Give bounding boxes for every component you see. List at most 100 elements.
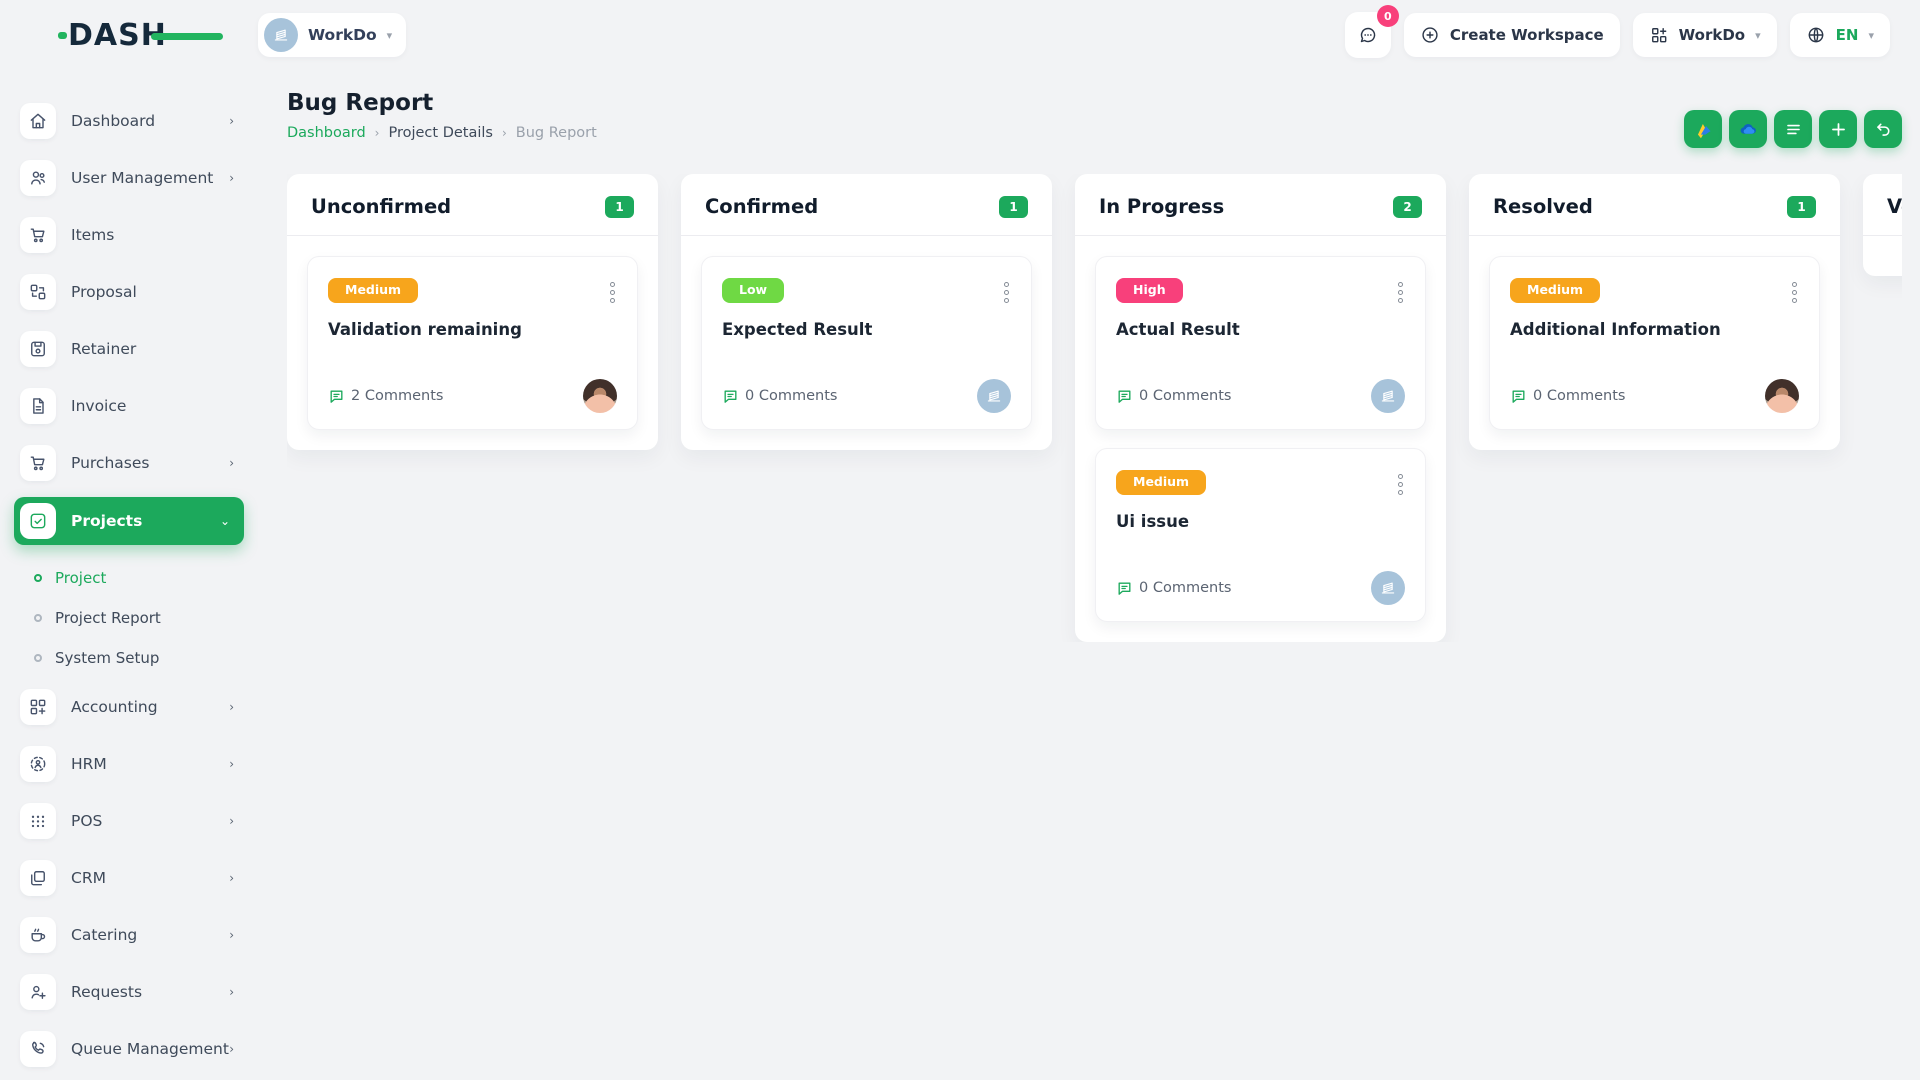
board-toolbar [1684, 90, 1902, 148]
sidebar-subitem-project[interactable]: Project [34, 558, 242, 598]
sidebar-subitem-project-report[interactable]: Project Report [34, 598, 242, 638]
kanban-card[interactable]: Medium Additional Information 0 Comments [1489, 256, 1820, 430]
kanban-column-confirmed: Confirmed 1 Low Expected Result 0 Comments [681, 174, 1052, 450]
sidebar-submenu-projects: Project Project Report System Setup [20, 556, 242, 684]
chevron-right-icon: › [229, 171, 234, 185]
topbar-right: 0 Create Workspace WorkDo ▾ EN ▾ [1345, 12, 1890, 58]
sidebar-item-crm[interactable]: CRM › [20, 855, 242, 901]
chevron-right-icon: › [229, 871, 234, 885]
language-dropdown[interactable]: EN ▾ [1790, 13, 1890, 57]
coffee-icon [20, 917, 56, 953]
kanban-card[interactable]: HighActual Result0 Comments [1095, 256, 1426, 430]
card-comments-label: 0 Comments [1139, 580, 1231, 596]
messages-button[interactable]: 0 [1345, 12, 1391, 58]
app-logo[interactable]: DASH [68, 18, 167, 53]
kanban-card[interactable]: Low Expected Result 0 Comments [701, 256, 1032, 430]
column-header: Verified [1863, 174, 1902, 235]
card-top-row: Medium [1116, 470, 1405, 499]
card-comments-label: 0 Comments [745, 388, 837, 404]
breadcrumb-project-details[interactable]: Project Details [388, 125, 493, 141]
column-header: In Progress2 [1075, 174, 1446, 235]
topbar: DASH WorkDo ▾ 0 Create Workspace WorkDo … [0, 0, 1920, 70]
card-footer: 0 Comments [1510, 379, 1799, 413]
cart-icon [20, 217, 56, 253]
card-comments-label: 0 Comments [1533, 388, 1625, 404]
overlap-squares-icon [20, 860, 56, 896]
grid-plus-icon [1649, 25, 1669, 45]
card-menu-kebab-icon[interactable] [1790, 278, 1799, 307]
card-comments: 0 Comments [1116, 388, 1231, 405]
breadcrumb-separator-icon: › [375, 126, 380, 140]
sidebar-item-label: Invoice [71, 397, 126, 415]
workdo-dropdown-label: WorkDo [1679, 26, 1745, 44]
chevron-right-icon: › [229, 1042, 234, 1056]
sidebar-item-accounting[interactable]: Accounting› [20, 684, 242, 730]
sidebar-item-queue-management[interactable]: Queue Management› [20, 1026, 242, 1072]
card-footer: 0 Comments [1116, 379, 1405, 413]
list-view-button[interactable] [1774, 110, 1812, 148]
sidebar-subitem-label: Project Report [55, 609, 161, 627]
sidebar-item-purchases[interactable]: Purchases› [20, 440, 242, 486]
sidebar-item-invoice[interactable]: Invoice [20, 383, 242, 429]
sidebar-item-dashboard[interactable]: Dashboard› [20, 98, 242, 144]
sidebar-item-label: Items [71, 226, 114, 244]
grid-add-icon [20, 689, 56, 725]
add-button[interactable] [1819, 110, 1857, 148]
sidebar-item-items[interactable]: Items [20, 212, 242, 258]
sidebar-item-hrm[interactable]: HRM› [20, 741, 242, 787]
column-title: In Progress [1099, 195, 1224, 218]
create-workspace-button[interactable]: Create Workspace [1404, 13, 1620, 57]
column-title: Verified [1887, 195, 1902, 218]
card-title: Expected Result [722, 320, 1011, 339]
card-menu-kebab-icon[interactable] [1396, 278, 1405, 307]
card-title: Additional Information [1510, 320, 1799, 339]
sidebar-item-requests[interactable]: Requests› [20, 969, 242, 1015]
sidebar-item-catering[interactable]: Catering› [20, 912, 242, 958]
sidebar-item-label: Catering [71, 926, 137, 944]
check-square-icon [20, 503, 56, 539]
sidebar-item-proposal[interactable]: Proposal [20, 269, 242, 315]
sidebar-item-label: CRM [71, 869, 106, 887]
kanban-column-in-progress: In Progress2 HighActual Result0 Comments M… [1075, 174, 1446, 642]
priority-badge: Low [722, 278, 784, 303]
messages-badge: 0 [1377, 5, 1399, 27]
sidebar-item-pos[interactable]: POS› [20, 798, 242, 844]
plus-icon [1829, 120, 1848, 139]
card-top-row: Medium [328, 278, 617, 307]
card-menu-kebab-icon[interactable] [608, 278, 617, 307]
google-drive-button[interactable] [1684, 110, 1722, 148]
sidebar-item-projects[interactable]: Projects⌄ [14, 497, 244, 545]
sidebar-item-retainer[interactable]: Retainer [20, 326, 242, 372]
onedrive-button[interactable] [1729, 110, 1767, 148]
workspace-selector[interactable]: WorkDo ▾ [258, 13, 406, 57]
dots-grid-icon [20, 803, 56, 839]
card-footer: 2 Comments [328, 379, 617, 413]
back-button[interactable] [1864, 110, 1902, 148]
sidebar-subitem-system-setup[interactable]: System Setup [34, 638, 242, 678]
card-footer: 0 Comments [1116, 571, 1405, 605]
card-footer: 0 Comments [722, 379, 1011, 413]
column-count-badge: 1 [999, 196, 1028, 218]
sidebar-item-user-management[interactable]: User Management› [20, 155, 242, 201]
comment-icon [1116, 388, 1133, 405]
workspace-avatar [264, 18, 298, 52]
card-menu-kebab-icon[interactable] [1002, 278, 1011, 307]
chevron-down-icon: ⌄ [220, 514, 230, 528]
assignee-avatar [1765, 379, 1799, 413]
priority-badge: Medium [1510, 278, 1600, 303]
chevron-right-icon: › [229, 700, 234, 714]
sidebar-item-label: Queue Management [71, 1040, 229, 1058]
column-title: Confirmed [705, 195, 818, 218]
workdo-dropdown[interactable]: WorkDo ▾ [1633, 13, 1777, 57]
globe-icon [1806, 25, 1826, 45]
column-body: Low Expected Result 0 Comments [681, 235, 1052, 450]
kanban-card[interactable]: MediumUi issue0 Comments [1095, 448, 1426, 622]
workspace-avatar [1371, 571, 1405, 605]
breadcrumb-dashboard[interactable]: Dashboard [287, 125, 366, 141]
column-body: Medium Additional Information 0 Comments [1469, 235, 1840, 450]
card-menu-kebab-icon[interactable] [1396, 470, 1405, 499]
kanban-card[interactable]: MediumValidation remaining2 Comments [307, 256, 638, 430]
card-comments-label: 2 Comments [351, 388, 443, 404]
sidebar-subitem-label: System Setup [55, 649, 159, 667]
logo-dash-bar [151, 33, 223, 40]
